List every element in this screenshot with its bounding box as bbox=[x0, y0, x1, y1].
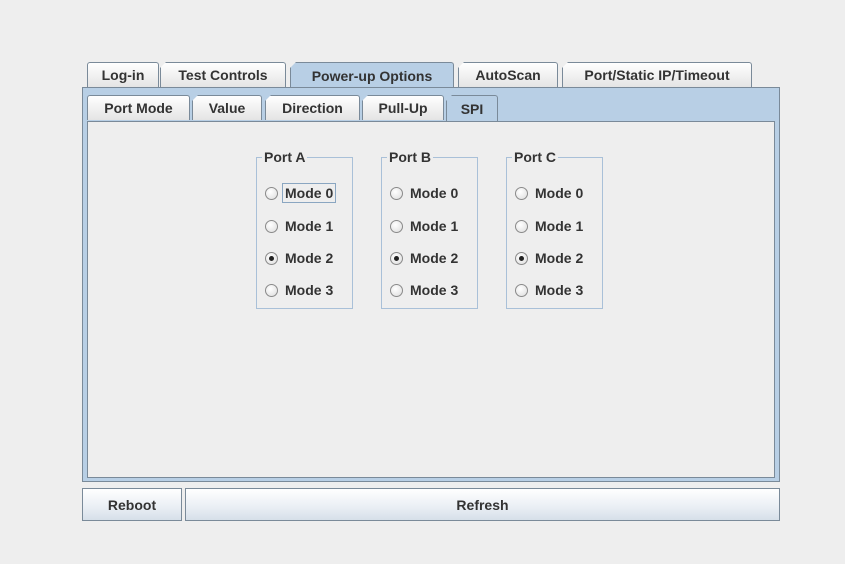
port-a-mode-2-radio[interactable] bbox=[265, 251, 278, 265]
port-a-mode-2-label: Mode 2 bbox=[285, 250, 334, 266]
port-b-mode-3-label: Mode 3 bbox=[410, 282, 459, 298]
port-a-mode-1-radio[interactable] bbox=[265, 219, 278, 233]
port-b-mode-1-label: Mode 1 bbox=[410, 218, 459, 234]
subtab-pull-up[interactable]: Pull-Up bbox=[362, 95, 444, 120]
port-a-mode-1-option[interactable]: Mode 1 bbox=[265, 215, 335, 237]
tab-test-controls[interactable]: Test Controls bbox=[160, 62, 286, 87]
port-a-mode-3-option[interactable]: Mode 3 bbox=[265, 279, 335, 301]
port-b-mode-0-option[interactable]: Mode 0 bbox=[390, 182, 460, 204]
port-b-mode-2-label: Mode 2 bbox=[410, 250, 459, 266]
port-b-mode-2-radio[interactable] bbox=[390, 251, 403, 265]
port-a-mode-1-label: Mode 1 bbox=[285, 218, 334, 234]
port-b-mode-2-option[interactable]: Mode 2 bbox=[390, 247, 460, 269]
port-c-mode-1-radio[interactable] bbox=[515, 219, 528, 233]
port-b-mode-0-radio[interactable] bbox=[390, 186, 403, 200]
port-c-group: Port C Mode 0 Mode 1 Mode 2 Mode 3 bbox=[506, 148, 603, 309]
port-b-title: Port B bbox=[387, 148, 433, 166]
port-a-mode-3-radio[interactable] bbox=[265, 283, 278, 297]
port-b-mode-3-option[interactable]: Mode 3 bbox=[390, 279, 460, 301]
reboot-button[interactable]: Reboot bbox=[82, 488, 182, 521]
port-c-mode-2-label: Mode 2 bbox=[535, 250, 584, 266]
port-c-mode-3-radio[interactable] bbox=[515, 283, 528, 297]
port-c-mode-0-label: Mode 0 bbox=[535, 185, 584, 201]
port-c-mode-2-radio[interactable] bbox=[515, 251, 528, 265]
port-a-mode-0-label: Mode 0 bbox=[281, 183, 337, 203]
port-a-mode-0-option[interactable]: Mode 0 bbox=[265, 182, 337, 204]
tab-log-in[interactable]: Log-in bbox=[87, 62, 159, 87]
port-a-mode-0-radio[interactable] bbox=[265, 186, 278, 200]
port-b-group: Port B Mode 0 Mode 1 Mode 2 Mode 3 bbox=[381, 148, 478, 309]
port-c-mode-3-option[interactable]: Mode 3 bbox=[515, 279, 585, 301]
port-b-mode-1-radio[interactable] bbox=[390, 219, 403, 233]
port-c-title: Port C bbox=[512, 148, 558, 166]
port-a-mode-3-label: Mode 3 bbox=[285, 282, 334, 298]
subtab-spi[interactable]: SPI bbox=[446, 95, 498, 122]
port-a-group: Port A Mode 0 Mode 1 Mode 2 Mode 3 bbox=[256, 148, 353, 309]
subtab-direction[interactable]: Direction bbox=[265, 95, 360, 120]
refresh-button[interactable]: Refresh bbox=[185, 488, 780, 521]
port-a-mode-2-option[interactable]: Mode 2 bbox=[265, 247, 335, 269]
tab-power-up-options[interactable]: Power-up Options bbox=[290, 62, 454, 88]
port-b-mode-0-label: Mode 0 bbox=[410, 185, 459, 201]
port-c-mode-1-option[interactable]: Mode 1 bbox=[515, 215, 585, 237]
subtab-value[interactable]: Value bbox=[192, 95, 262, 120]
port-c-mode-0-option[interactable]: Mode 0 bbox=[515, 182, 585, 204]
tab-port-static-ip-timeout[interactable]: Port/Static IP/Timeout bbox=[562, 62, 752, 87]
port-a-title: Port A bbox=[262, 148, 308, 166]
port-c-mode-2-option[interactable]: Mode 2 bbox=[515, 247, 585, 269]
tab-autoscan[interactable]: AutoScan bbox=[458, 62, 558, 87]
port-b-mode-3-radio[interactable] bbox=[390, 283, 403, 297]
subtab-port-mode[interactable]: Port Mode bbox=[87, 95, 190, 120]
port-b-mode-1-option[interactable]: Mode 1 bbox=[390, 215, 460, 237]
port-c-mode-3-label: Mode 3 bbox=[535, 282, 584, 298]
port-c-mode-1-label: Mode 1 bbox=[535, 218, 584, 234]
port-c-mode-0-radio[interactable] bbox=[515, 186, 528, 200]
